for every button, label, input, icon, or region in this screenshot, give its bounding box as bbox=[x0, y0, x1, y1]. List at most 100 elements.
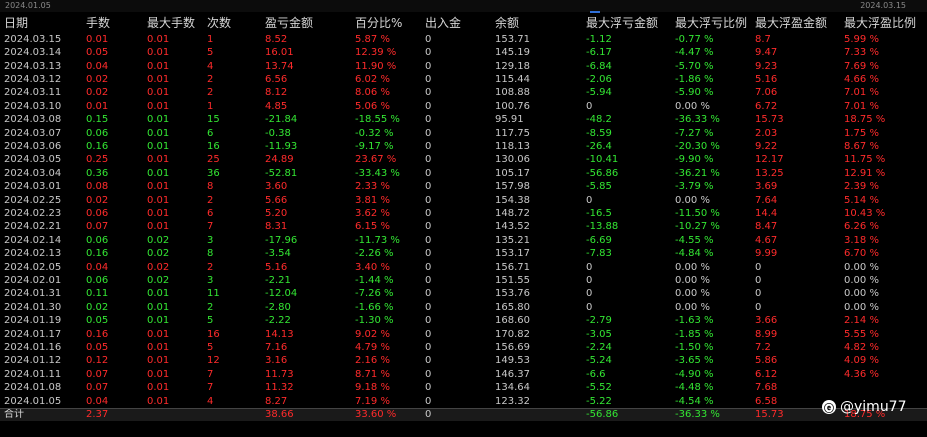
row-max-lots: 0.01 bbox=[147, 221, 170, 233]
table-row[interactable]: 2024.02.25 0.02 0.01 2 5.66 3.81 % 0 154.38 0 0.0… bbox=[0, 194, 927, 207]
row-pnl: -2.22 bbox=[265, 315, 291, 327]
row-max-lots: 0.02 bbox=[147, 234, 170, 246]
row-io: 0 bbox=[425, 194, 432, 206]
row-date: 2024.03.01 bbox=[4, 181, 62, 193]
row-pct: 23.67 % bbox=[355, 154, 397, 166]
row-pnl: 8.31 bbox=[265, 221, 288, 233]
row-max-runup-pct: 10.43 % bbox=[844, 207, 886, 219]
row-max-lots: 0.01 bbox=[147, 207, 170, 219]
row-pct: -1.30 % bbox=[355, 315, 394, 327]
row-max-drawdown: 0 bbox=[586, 275, 593, 287]
row-max-drawdown: -5.85 bbox=[586, 181, 612, 193]
row-date: 2024.01.16 bbox=[4, 342, 62, 354]
table-row[interactable]: 2024.03.11 0.02 0.01 2 8.12 8.06 % 0 108.88 -5.9… bbox=[0, 87, 927, 100]
row-io: 0 bbox=[425, 368, 432, 380]
row-io: 0 bbox=[425, 60, 432, 72]
header-max-runup-pct[interactable]: 最大浮盈比例 bbox=[840, 13, 927, 33]
row-pct: 11.90 % bbox=[355, 60, 397, 72]
header-deposit-withdraw[interactable]: 出入金 bbox=[421, 13, 491, 33]
table-row[interactable]: 2024.01.12 0.12 0.01 12 3.16 2.16 % 0 149.53 -5.… bbox=[0, 355, 927, 368]
row-max-lots: 0.01 bbox=[147, 395, 170, 407]
table-row[interactable]: 2024.02.01 0.06 0.02 3 -2.21 -1.44 % 0 151.55 0 0… bbox=[0, 274, 927, 287]
row-balance: 156.69 bbox=[495, 342, 530, 354]
table-row[interactable]: 2024.03.07 0.06 0.01 6 -0.38 -0.32 % 0 117.75 -8… bbox=[0, 127, 927, 140]
row-max-runup: 3.66 bbox=[755, 315, 778, 327]
row-pct: 8.71 % bbox=[355, 368, 390, 380]
row-max-runup-pct: 4.36 % bbox=[844, 368, 879, 380]
row-date: 2024.01.19 bbox=[4, 315, 62, 327]
table-row[interactable]: 2024.03.13 0.04 0.01 4 13.74 11.90 % 0 129.18 -6… bbox=[0, 60, 927, 73]
table-row[interactable]: 2024.01.05 0.04 0.01 4 8.27 7.19 % 0 123.32 -5.2… bbox=[0, 395, 927, 409]
table-row[interactable]: 2024.01.19 0.05 0.01 5 -2.22 -1.30 % 0 168.60 -2… bbox=[0, 315, 927, 328]
table-row[interactable]: 2024.02.13 0.16 0.02 8 -3.54 -2.26 % 0 153.17 -7… bbox=[0, 248, 927, 261]
table-row[interactable]: 2024.03.05 0.25 0.01 25 24.89 23.67 % 0 130.06 -… bbox=[0, 154, 927, 167]
table-row[interactable]: 2024.03.10 0.01 0.01 1 4.85 5.06 % 0 100.76 0 0.0… bbox=[0, 100, 927, 113]
table-row[interactable]: 2024.02.23 0.06 0.01 6 5.20 3.62 % 0 148.72 -16.… bbox=[0, 207, 927, 220]
row-max-runup: 14.4 bbox=[755, 207, 778, 219]
row-max-runup: 4.67 bbox=[755, 234, 778, 246]
row-max-drawdown-pct: -4.90 % bbox=[675, 368, 714, 380]
row-max-drawdown: -8.59 bbox=[586, 127, 612, 139]
row-max-runup: 7.68 bbox=[755, 382, 778, 394]
row-lots: 0.01 bbox=[86, 33, 109, 45]
header-lots[interactable]: 手数 bbox=[82, 13, 143, 33]
row-pnl: 24.89 bbox=[265, 154, 294, 166]
row-max-drawdown: -5.24 bbox=[586, 355, 612, 367]
header-max-lots[interactable]: 最大手数 bbox=[143, 13, 203, 33]
row-io: 0 bbox=[425, 114, 432, 126]
table-row[interactable]: 2024.03.12 0.02 0.01 2 6.56 6.02 % 0 115.44 -2.0… bbox=[0, 73, 927, 86]
row-max-runup-pct: 2.14 % bbox=[844, 315, 879, 327]
table-row[interactable]: 2024.02.14 0.06 0.02 3 -17.96 -11.73 % 0 135.21… bbox=[0, 234, 927, 247]
table-row[interactable]: 2024.02.05 0.04 0.02 2 5.16 3.40 % 0 156.71 0 0.0… bbox=[0, 261, 927, 274]
row-max-drawdown-pct: -5.90 % bbox=[675, 87, 714, 99]
row-max-runup-pct: 8.67 % bbox=[844, 140, 879, 152]
row-balance: 165.80 bbox=[495, 301, 530, 313]
table-row[interactable]: 2024.01.11 0.07 0.01 7 11.73 8.71 % 0 146.37 -6.… bbox=[0, 368, 927, 381]
header-pct[interactable]: 百分比% bbox=[351, 13, 421, 33]
table-row[interactable]: 2024.03.04 0.36 0.01 36 -52.81 -33.43 % 0 105.1… bbox=[0, 167, 927, 180]
row-pct: 3.62 % bbox=[355, 207, 390, 219]
header-date[interactable]: 日期 bbox=[0, 13, 82, 33]
row-balance: 100.76 bbox=[495, 100, 530, 112]
header-max-drawdown-pct[interactable]: 最大浮亏比例 bbox=[671, 13, 751, 33]
header-max-runup[interactable]: 最大浮盈金额 bbox=[751, 13, 840, 33]
table-row[interactable]: 2024.03.15 0.01 0.01 1 8.52 5.87 % 0 153.71 -1.1… bbox=[0, 33, 927, 46]
header-count[interactable]: 次数 bbox=[203, 13, 261, 33]
row-pct: 6.02 % bbox=[355, 73, 390, 85]
row-count: 1 bbox=[207, 100, 214, 112]
row-io: 0 bbox=[425, 261, 432, 273]
row-lots: 0.05 bbox=[86, 315, 109, 327]
row-pnl: -12.04 bbox=[265, 288, 298, 300]
row-count: 2 bbox=[207, 261, 214, 273]
row-max-lots: 0.01 bbox=[147, 342, 170, 354]
row-max-drawdown-pct: 0.00 % bbox=[675, 301, 710, 313]
row-max-drawdown-pct: -4.84 % bbox=[675, 248, 714, 260]
header-balance[interactable]: 余额 bbox=[491, 13, 582, 33]
row-max-lots: 0.01 bbox=[147, 114, 170, 126]
summary-max-drawdown-pct: -36.33 % bbox=[671, 408, 751, 422]
row-pnl: -2.21 bbox=[265, 275, 291, 287]
summary-label: 合计 bbox=[0, 408, 82, 422]
row-lots: 0.08 bbox=[86, 181, 109, 193]
row-io: 0 bbox=[425, 207, 432, 219]
table-row[interactable]: 2024.03.08 0.15 0.01 15 -21.84 -18.55 % 0 95.91… bbox=[0, 113, 927, 126]
table-row[interactable]: 2024.03.01 0.08 0.01 8 3.60 2.33 % 0 157.98 -5.8… bbox=[0, 180, 927, 193]
row-lots: 0.06 bbox=[86, 234, 109, 246]
row-date: 2024.03.08 bbox=[4, 114, 62, 126]
header-max-drawdown[interactable]: 最大浮亏金额 bbox=[582, 13, 671, 33]
row-count: 4 bbox=[207, 60, 214, 72]
row-io: 0 bbox=[425, 87, 432, 99]
table-row[interactable]: 2024.01.17 0.16 0.01 16 14.13 9.02 % 0 170.82 -3… bbox=[0, 328, 927, 341]
table-row[interactable]: 2024.01.08 0.07 0.01 7 11.32 9.18 % 0 134.64 -5.… bbox=[0, 382, 927, 395]
row-max-runup: 15.73 bbox=[755, 114, 784, 126]
table-row[interactable]: 2024.01.16 0.05 0.01 5 7.16 4.79 % 0 156.69 -2.2… bbox=[0, 341, 927, 354]
table-row[interactable]: 2024.01.31 0.11 0.01 11 -12.04 -7.26 % 0 153.76… bbox=[0, 288, 927, 301]
table-row[interactable]: 2024.02.21 0.07 0.01 7 8.31 6.15 % 0 143.52 -13.… bbox=[0, 221, 927, 234]
table-row[interactable]: 2024.03.06 0.16 0.01 16 -11.93 -9.17 % 0 118.13… bbox=[0, 140, 927, 153]
row-max-runup: 0 bbox=[755, 301, 762, 313]
table-row[interactable]: 2024.01.30 0.02 0.01 2 -2.80 -1.66 % 0 165.80 0 0… bbox=[0, 301, 927, 314]
watermark: ⓔ @yimu77 bbox=[822, 398, 907, 416]
table-row[interactable]: 2024.03.14 0.05 0.01 5 16.01 12.39 % 0 145.19 -6… bbox=[0, 46, 927, 59]
header-pnl[interactable]: 盈亏金额 bbox=[261, 13, 351, 33]
row-pnl: 7.16 bbox=[265, 342, 288, 354]
